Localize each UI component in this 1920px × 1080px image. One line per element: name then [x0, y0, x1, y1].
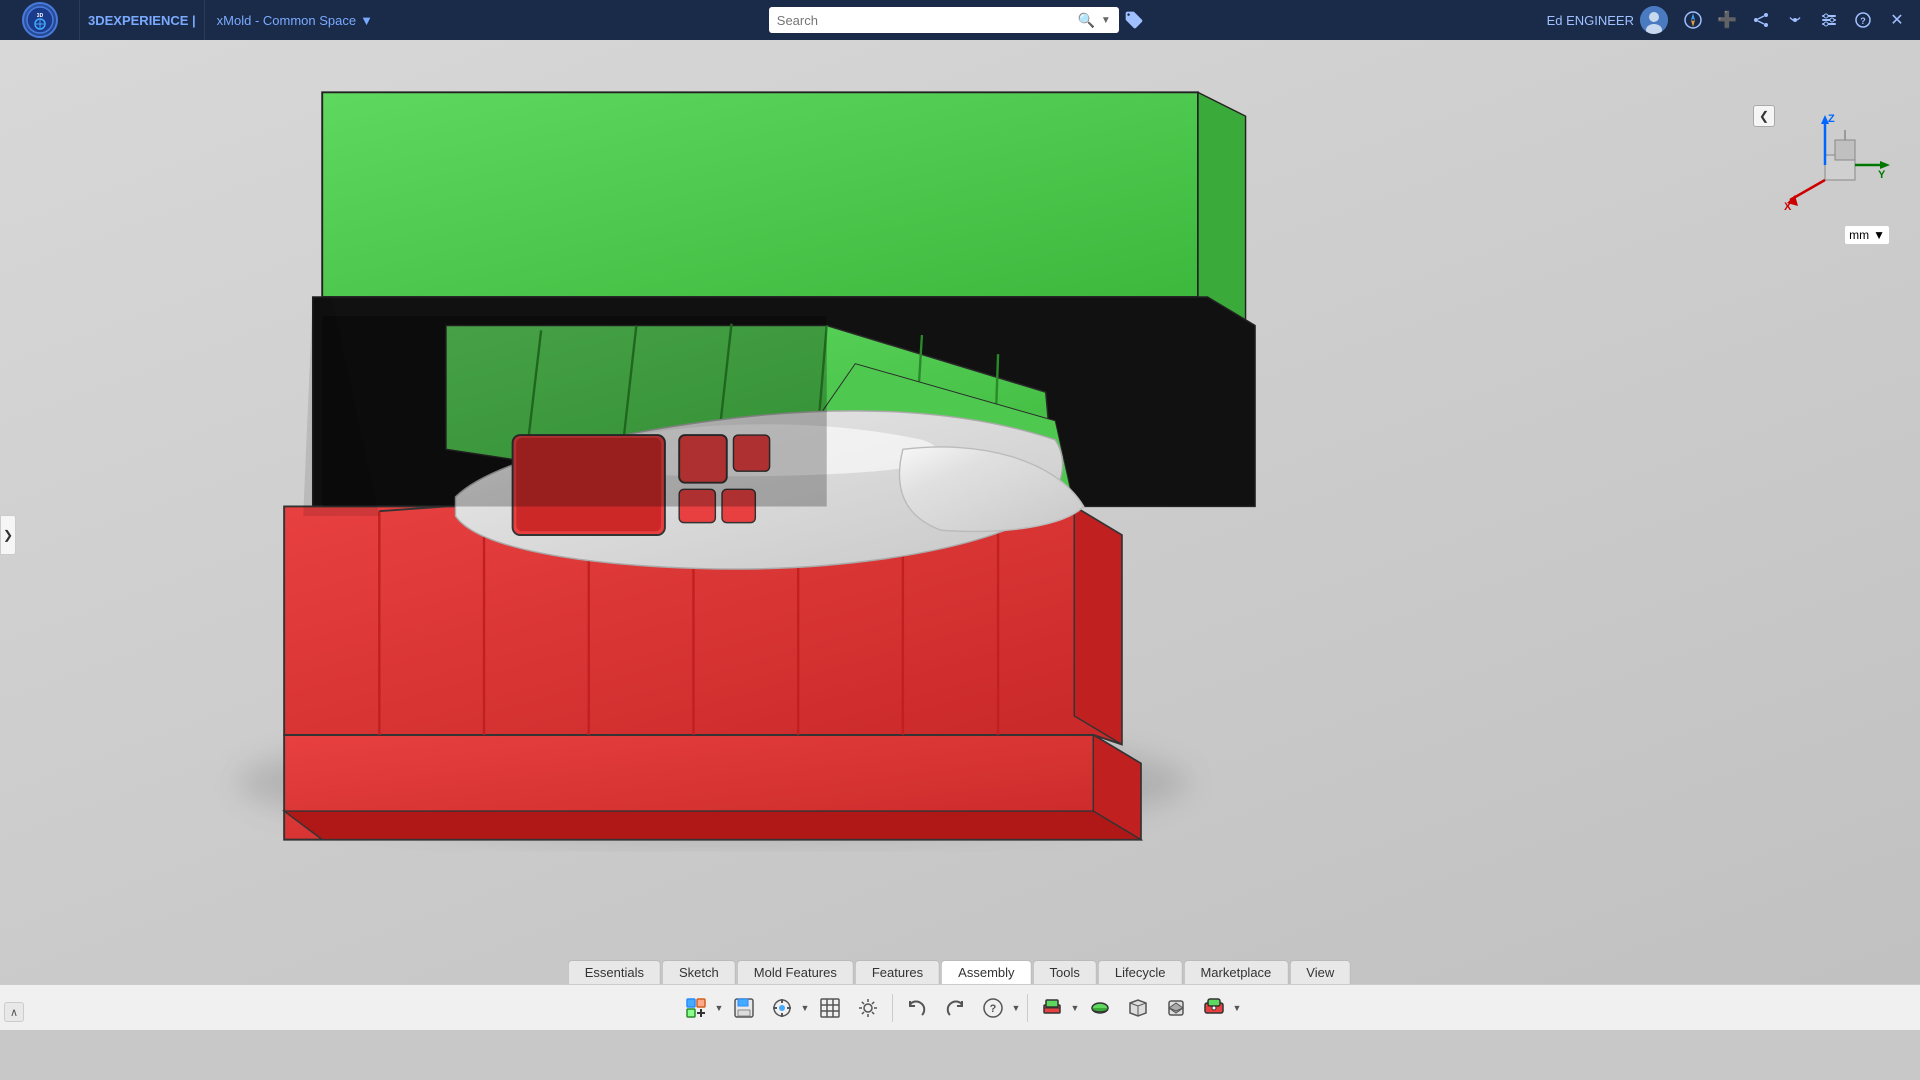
axis-collapse-button[interactable]: ❮ — [1753, 105, 1775, 127]
tool-group-2: ▼ — [764, 990, 810, 1026]
3d-scene — [0, 40, 1920, 1030]
tool-group-mold2 — [1082, 990, 1118, 1026]
unit-selector[interactable]: mm ▼ — [1844, 225, 1890, 245]
right-tools: ➕ — [1678, 5, 1920, 35]
close-icon[interactable]: ✕ — [1882, 5, 1912, 35]
help-icon[interactable]: ? — [1848, 5, 1878, 35]
workspace-arrow: ▼ — [360, 13, 373, 28]
mold-tool-5[interactable] — [1196, 990, 1232, 1026]
divider-2 — [1027, 994, 1028, 1022]
mold-tool-2[interactable] — [1082, 990, 1118, 1026]
unit-arrow: ▼ — [1873, 228, 1885, 242]
tool-strip: ∧ ▼ — [0, 984, 1920, 1030]
search-dropdown-icon[interactable]: ▼ — [1101, 15, 1111, 26]
tab-view[interactable]: View — [1289, 960, 1351, 985]
tab-marketplace[interactable]: Marketplace — [1183, 960, 1288, 985]
tab-bar: Essentials Sketch Mold Features Features… — [568, 960, 1352, 985]
position-arrow[interactable]: ▼ — [800, 990, 810, 1026]
mold-tool-5-arrow[interactable]: ▼ — [1232, 990, 1242, 1026]
axis-indicator: Z X Y — [1780, 110, 1890, 220]
undo-button[interactable] — [899, 990, 935, 1026]
tool-group-1: ▼ — [678, 990, 724, 1026]
settings-tool-button[interactable] — [850, 990, 886, 1026]
workspace-selector[interactable]: xMold - Common Space ▼ — [204, 0, 381, 40]
broadcast-icon[interactable] — [1780, 5, 1810, 35]
search-box: 🔍 ▼ — [769, 7, 1119, 33]
search-icon: 🔍 — [1077, 12, 1094, 29]
user-area[interactable]: Ed ENGINEER — [1537, 6, 1678, 34]
unit-value: mm — [1849, 228, 1869, 242]
search-input[interactable] — [777, 13, 1072, 28]
top-bar: 3D 3DEXPERIENCE | xMold - Common Space ▼… — [0, 0, 1920, 40]
mold-tool-1[interactable] — [1034, 990, 1070, 1026]
tab-tools[interactable]: Tools — [1033, 960, 1097, 985]
compass-icon[interactable] — [1678, 5, 1708, 35]
svg-text:Y: Y — [1878, 169, 1886, 181]
app-logo[interactable]: 3D — [0, 0, 80, 40]
tab-essentials[interactable]: Essentials — [568, 960, 661, 985]
mold-tool-3[interactable] — [1120, 990, 1156, 1026]
search-area: 🔍 ▼ — [381, 5, 1537, 35]
tag-button[interactable] — [1119, 5, 1149, 35]
user-label: Ed ENGINEER — [1547, 13, 1634, 28]
add-icon[interactable]: ➕ — [1712, 5, 1742, 35]
svg-text:?: ? — [1860, 16, 1866, 26]
brand-label: 3DEXPERIENCE | — [80, 13, 204, 28]
svg-text:?: ? — [990, 1003, 997, 1015]
tool-group-mold5: ▼ — [1196, 990, 1242, 1026]
mold-tool-4[interactable] — [1158, 990, 1194, 1026]
save-button[interactable] — [726, 990, 762, 1026]
tool-group-help: ? ▼ — [975, 990, 1021, 1026]
left-panel-expand[interactable]: ❯ — [0, 515, 16, 555]
tag-icon — [1124, 10, 1144, 30]
help-tool-button[interactable]: ? — [975, 990, 1011, 1026]
workspace-name: xMold - Common Space — [217, 13, 356, 28]
tool-group-mold1: ▼ — [1034, 990, 1080, 1026]
help-arrow[interactable]: ▼ — [1011, 990, 1021, 1026]
tab-lifecycle[interactable]: Lifecycle — [1098, 960, 1183, 985]
strip-expand-button[interactable]: ∧ — [4, 1002, 24, 1022]
svg-text:Z: Z — [1828, 113, 1835, 125]
user-avatar — [1640, 6, 1668, 34]
redo-button[interactable] — [937, 990, 973, 1026]
divider-1 — [892, 994, 893, 1022]
share-icon[interactable] — [1746, 5, 1776, 35]
svg-text:3D: 3D — [36, 13, 43, 19]
logo-circle: 3D — [22, 2, 58, 38]
tab-features[interactable]: Features — [855, 960, 940, 985]
mold-tool-1-arrow[interactable]: ▼ — [1070, 990, 1080, 1026]
position-button[interactable] — [764, 990, 800, 1026]
svg-text:X: X — [1784, 201, 1792, 213]
grid-button[interactable] — [812, 990, 848, 1026]
tab-mold-features[interactable]: Mold Features — [737, 960, 854, 985]
settings-icon[interactable] — [1814, 5, 1844, 35]
component-insert-button[interactable] — [678, 990, 714, 1026]
bottom-toolbar: Essentials Sketch Mold Features Features… — [0, 960, 1920, 1030]
component-insert-arrow[interactable]: ▼ — [714, 990, 724, 1026]
tab-assembly[interactable]: Assembly — [941, 960, 1031, 985]
viewport: ❯ ❮ Z X Y mm ▼ Essentials — [0, 40, 1920, 1030]
tab-sketch[interactable]: Sketch — [662, 960, 736, 985]
